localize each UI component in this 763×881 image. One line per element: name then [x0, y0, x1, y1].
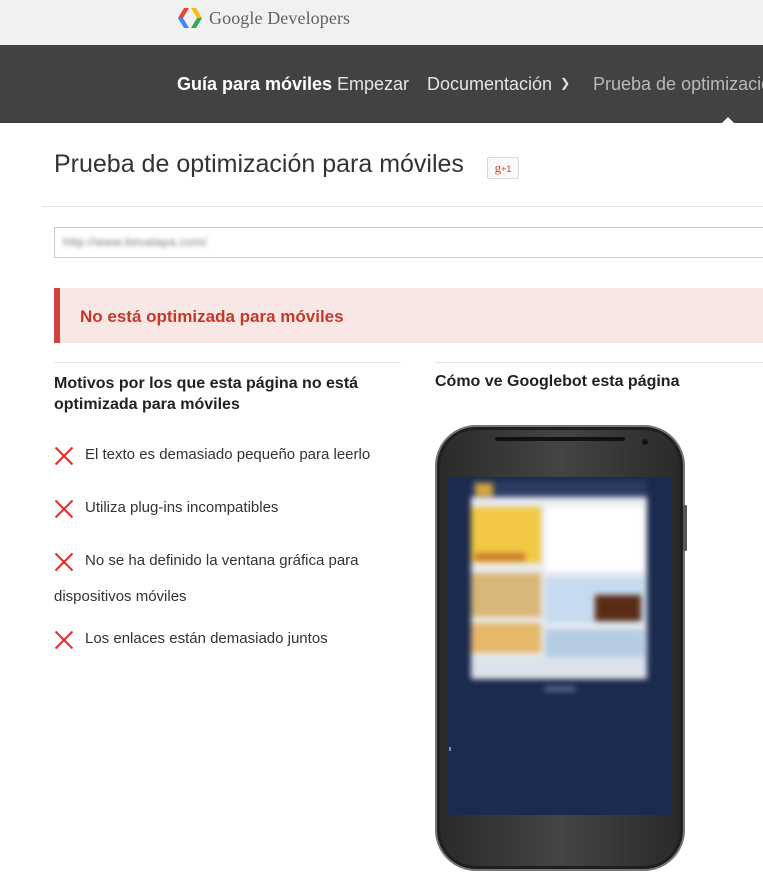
- nav-item-documentacion[interactable]: Documentación ❯: [427, 74, 570, 95]
- error-x-icon: [54, 630, 74, 650]
- plus-one-label: g+1: [494, 160, 512, 175]
- blurred-page-screenshot: [471, 481, 647, 691]
- reason-item: Utiliza plug-ins incompatibles: [54, 490, 404, 526]
- error-x-icon: [54, 499, 74, 519]
- reasons-heading: Motivos por los que esta página no está …: [54, 375, 359, 413]
- reason-text: No se ha definido la ventana gráfica par…: [54, 552, 359, 605]
- nav-item-empezar[interactable]: Empezar: [337, 74, 409, 95]
- page-title: Prueba de optimización para móviles: [54, 150, 464, 178]
- google-developers-logo-icon: [178, 8, 202, 28]
- top-bar: Google Developers: [0, 0, 763, 46]
- main-nav: Guía para móviles Empezar Documentación ❯…: [0, 45, 763, 123]
- nav-item-prueba-optimizacion[interactable]: Prueba de optimización: [593, 74, 763, 95]
- googlebot-heading: Cómo ve Googlebot esta página: [435, 373, 680, 390]
- title-divider: [42, 206, 763, 207]
- reason-text: El texto es demasiado pequeño para leerl…: [85, 446, 371, 463]
- phone-frame: [435, 425, 687, 871]
- chevron-down-icon: ❯: [560, 76, 571, 90]
- reason-text: Los enlaces están demasiado juntos: [85, 630, 328, 647]
- phone-preview: [435, 425, 687, 878]
- preview-divider: [435, 362, 763, 363]
- reason-item: El texto es demasiado pequeño para leerl…: [54, 437, 404, 473]
- plus-one-button[interactable]: g+1: [487, 157, 519, 179]
- reason-item: No se ha definido la ventana gráfica par…: [54, 543, 404, 615]
- result-alert-text: No está optimizada para móviles: [80, 307, 344, 326]
- reason-text: Utiliza plug-ins incompatibles: [85, 499, 279, 516]
- active-nav-pointer: [722, 117, 734, 123]
- error-x-icon: [54, 446, 74, 466]
- logo-text: Google Developers: [209, 7, 351, 28]
- reasons-divider: [54, 362, 401, 363]
- url-input[interactable]: http://www.bevalapa.com/: [54, 227, 763, 258]
- error-x-icon: [54, 552, 74, 572]
- reason-item: Los enlaces están demasiado juntos: [54, 621, 404, 657]
- nav-item-documentacion-label: Documentación: [427, 74, 553, 94]
- url-input-value: http://www.bevalapa.com/: [63, 235, 207, 249]
- google-developers-logo[interactable]: Google Developers: [176, 6, 350, 30]
- nav-item-guia-moviles[interactable]: Guía para móviles: [177, 74, 332, 95]
- result-alert: No está optimizada para móviles: [54, 288, 763, 343]
